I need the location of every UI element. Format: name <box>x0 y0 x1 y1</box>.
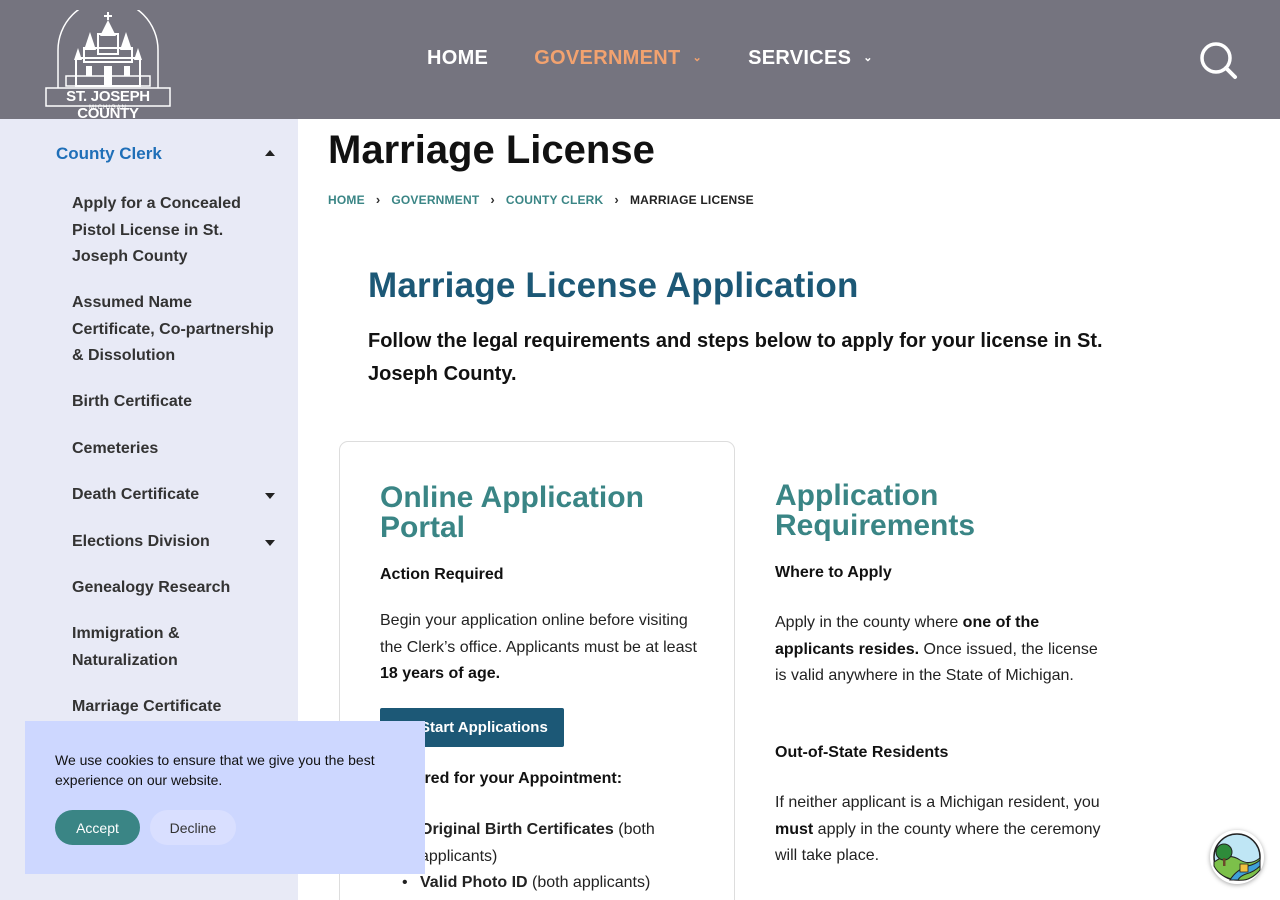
breadcrumb-current: MARRIAGE LICENSE <box>629 192 754 207</box>
oos-before: If neither applicant is a Michigan resid… <box>775 794 1100 811</box>
sidebar-item-birth-certificate[interactable]: Birth Certificate <box>72 389 277 416</box>
chevron-right-icon: › <box>490 192 495 207</box>
portal-description-text: Begin your application online before vis… <box>380 612 697 656</box>
breadcrumb-government[interactable]: GOVERNMENT <box>391 193 479 207</box>
accept-cookies-button[interactable]: Accept <box>55 810 140 845</box>
out-of-state-label: Out-of-State Residents <box>775 744 949 761</box>
where-to-apply-text: Apply in the county where one of the app… <box>775 610 1105 690</box>
assistant-widget-button[interactable] <box>1210 830 1264 884</box>
chevron-right-icon: › <box>614 192 619 207</box>
sidebar-item-marriage-certificate[interactable]: Marriage Certificate <box>72 694 277 721</box>
portal-description: Begin your application online before vis… <box>380 608 710 688</box>
site-header: ST. JOSEPH COUNTY MICHIGAN HOME GOVERNME… <box>0 0 1280 122</box>
caret-down-icon[interactable] <box>265 493 275 499</box>
requirements-title: Application Requirements <box>775 479 976 542</box>
chevron-right-icon: › <box>375 192 381 207</box>
decline-cookies-button[interactable]: Decline <box>150 810 236 845</box>
nav-services[interactable]: SERVICES ⌄ <box>748 47 873 70</box>
nav-home[interactable]: HOME <box>427 47 488 70</box>
cookie-message: We use cookies to ensure that we give yo… <box>55 752 375 788</box>
cookie-banner: We use cookies to ensure that we give yo… <box>25 721 425 874</box>
bullet-bold: Original Birth Certificates <box>420 821 614 838</box>
breadcrumb: HOME › GOVERNMENT › COUNTY CLERK › MARRI… <box>328 192 754 207</box>
bullet-rest: (both applicants) <box>527 874 651 891</box>
out-of-state-text: If neither applicant is a Michigan resid… <box>775 790 1105 870</box>
nav-services-label: SERVICES <box>748 47 852 69</box>
caret-down-icon[interactable] <box>265 540 275 546</box>
where-to-apply-label: Where to Apply <box>775 564 892 581</box>
sidebar-item-genealogy-research[interactable]: Genealogy Research <box>72 575 277 602</box>
chevron-down-icon: ⌄ <box>863 52 873 64</box>
page-title: Marriage License <box>328 128 655 172</box>
sidebar-item-cemeteries[interactable]: Cemeteries <box>72 436 277 463</box>
breadcrumb-home[interactable]: HOME <box>328 193 365 207</box>
action-required-label: Action Required <box>380 566 504 583</box>
nav-home-label: HOME <box>427 47 489 69</box>
sidebar-item-death-certificate[interactable]: Death Certificate <box>72 482 277 509</box>
search-icon[interactable] <box>1198 40 1238 80</box>
where-before: Apply in the county where <box>775 614 963 631</box>
caret-up-icon[interactable] <box>265 150 275 156</box>
bullet-bold: Valid Photo ID <box>420 874 528 891</box>
breadcrumb-county-clerk[interactable]: COUNTY CLERK <box>506 193 604 207</box>
portal-title: Online Application Portal <box>380 481 644 544</box>
sidebar-item-assumed-name[interactable]: Assumed Name Certificate, Co-partnership… <box>72 290 277 370</box>
landscape-icon <box>1213 833 1261 881</box>
list-item: Original Birth Certificates (both applic… <box>402 817 682 870</box>
sidebar-item-immigration[interactable]: Immigration & Naturalization <box>72 621 277 674</box>
lead-text: Follow the legal requirements and steps … <box>368 330 1103 385</box>
sidebar-heading-county-clerk[interactable]: County Clerk <box>56 144 162 164</box>
required-documents-list: Original Birth Certificates (both applic… <box>402 817 682 897</box>
main-nav: HOME GOVERNMENT ⌄ SERVICES ⌄ <box>427 47 919 70</box>
sidebar-item-concealed-pistol[interactable]: Apply for a Concealed Pistol License in … <box>72 191 277 271</box>
county-logo[interactable]: ST. JOSEPH COUNTY MICHIGAN <box>44 0 172 122</box>
nav-government-label: GOVERNMENT <box>534 47 681 69</box>
age-requirement: 18 years of age. <box>380 665 501 682</box>
chevron-down-icon: ⌄ <box>692 52 703 64</box>
sidebar-item-elections-division[interactable]: Elections Division <box>72 529 277 556</box>
nav-government[interactable]: GOVERNMENT ⌄ <box>534 47 702 70</box>
list-item: Valid Photo ID (both applicants) <box>402 870 682 897</box>
oos-bold: must <box>775 820 814 838</box>
logo-subtext: MICHIGAN <box>89 105 127 111</box>
oos-after: apply in the county where the ceremony w… <box>775 820 1101 865</box>
section-title: Marriage License Application <box>368 266 859 305</box>
